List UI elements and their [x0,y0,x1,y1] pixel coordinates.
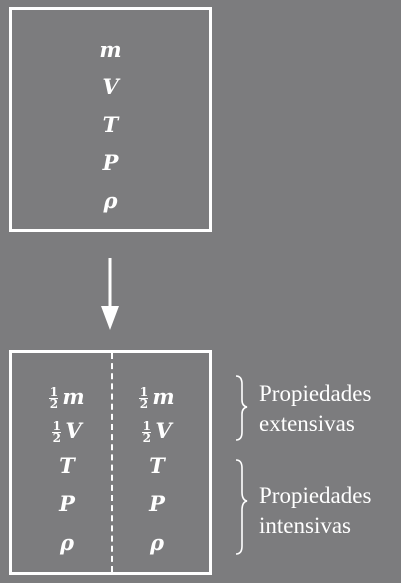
right-pressure: P [149,491,165,516]
right-temperature: T [149,453,165,478]
volume-symbol: V [102,74,119,99]
right-half-volume: 12V [142,418,172,445]
right-brace-icon [235,375,248,555]
mass-symbol: m [99,37,122,62]
intensive-label-line2: intensivas [259,513,351,538]
half-fraction: 12 [139,385,149,411]
left-half-mass: 12m [49,384,85,411]
left-half-volume: 12V [52,418,82,445]
half-fraction: 12 [52,419,62,445]
arrow-down-icon [101,258,119,330]
split-system-box: 12m 12V T P ρ 12m 12V T P ρ [9,350,212,575]
half-fraction: 12 [142,419,152,445]
pressure-symbol: P [102,150,119,175]
left-pressure: P [59,491,75,516]
whole-system-box: m V T P ρ [9,7,212,232]
density-symbol: ρ [103,188,118,213]
intensive-label-line1: Propiedades [259,483,372,508]
temperature-symbol: T [102,112,119,137]
extensive-label-line2: extensivas [259,411,355,436]
right-density: ρ [150,530,164,555]
extensive-label-line1: Propiedades [259,381,372,406]
half-fraction: 12 [49,385,59,411]
right-half-mass: 12m [139,384,175,411]
left-temperature: T [59,453,75,478]
left-density: ρ [60,530,74,555]
